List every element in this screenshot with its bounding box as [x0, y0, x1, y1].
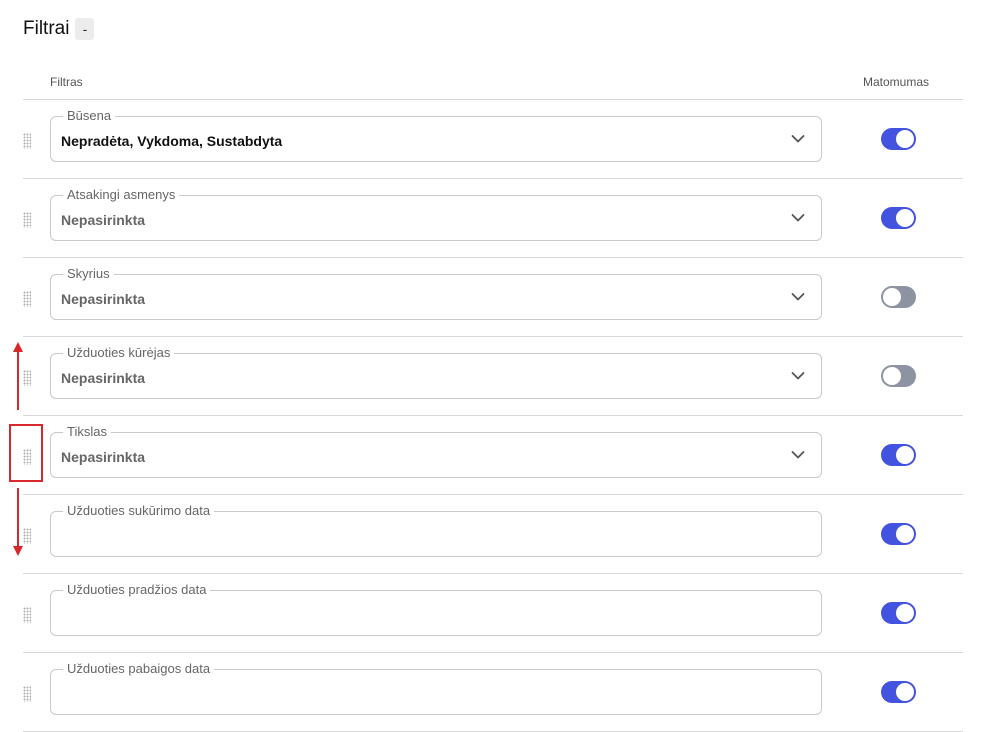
filters-header: Filtrai - — [23, 18, 95, 40]
filter-label: Užduoties pradžios data — [63, 582, 211, 598]
filter-row: Užduoties pabaigos data — [0, 653, 986, 732]
visibility-toggle[interactable] — [881, 207, 916, 229]
filter-row: Būsena Nepradėta, Vykdoma, Sustabdyta — [0, 100, 986, 179]
toggle-knob — [896, 130, 914, 148]
toggle-knob — [883, 288, 901, 306]
visibility-toggle[interactable] — [881, 681, 916, 703]
filter-value: Nepasirinkta — [61, 449, 146, 465]
chevron-down-icon[interactable] — [791, 134, 805, 144]
visibility-toggle[interactable] — [881, 365, 916, 387]
filter-field[interactable]: Skyrius Nepasirinkta — [50, 266, 822, 320]
drag-handle-icon[interactable] — [23, 686, 31, 702]
arrow-up-icon — [13, 342, 23, 410]
visibility-toggle[interactable] — [881, 602, 916, 624]
toggle-knob — [896, 446, 914, 464]
filter-label: Užduoties pabaigos data — [63, 661, 215, 677]
toggle-knob — [896, 604, 914, 622]
toggle-knob — [896, 209, 914, 227]
filter-value: Nepasirinkta — [61, 291, 146, 307]
filter-label: Užduoties sukūrimo data — [63, 503, 215, 519]
filter-row: Užduoties sukūrimo data — [0, 495, 986, 574]
column-header-filter: Filtras — [50, 75, 83, 89]
collapse-button[interactable]: - — [75, 18, 95, 40]
drag-handle-icon[interactable] — [23, 133, 31, 149]
drag-handle-icon[interactable] — [23, 212, 31, 228]
filter-label: Užduoties kūrėjas — [63, 345, 175, 361]
column-header-visibility: Matomumas — [863, 75, 930, 89]
chevron-down-icon[interactable] — [791, 213, 805, 223]
chevron-down-icon[interactable] — [791, 450, 805, 460]
toggle-knob — [883, 367, 901, 385]
filter-field[interactable]: Tikslas Nepasirinkta — [50, 424, 822, 478]
drag-handle-icon[interactable] — [23, 607, 31, 623]
visibility-toggle[interactable] — [881, 523, 916, 545]
visibility-toggle[interactable] — [881, 128, 916, 150]
chevron-down-icon[interactable] — [791, 292, 805, 302]
filter-value: Nepasirinkta — [61, 212, 146, 228]
drag-handle-highlight — [9, 424, 43, 482]
filter-field[interactable]: Būsena Nepradėta, Vykdoma, Sustabdyta — [50, 108, 822, 162]
filter-label: Skyrius — [63, 266, 114, 282]
toggle-knob — [896, 683, 914, 701]
filter-field[interactable]: Atsakingi asmenys Nepasirinkta — [50, 187, 822, 241]
filter-value: Nepasirinkta — [61, 370, 146, 386]
filter-row: Skyrius Nepasirinkta — [0, 258, 986, 337]
filter-label: Tikslas — [63, 424, 111, 440]
visibility-toggle[interactable] — [881, 286, 916, 308]
filter-field[interactable]: Užduoties pradžios data — [50, 582, 822, 636]
filter-row: Užduoties kūrėjas Nepasirinkta — [0, 337, 986, 416]
filter-field[interactable]: Užduoties kūrėjas Nepasirinkta — [50, 345, 822, 399]
filter-value: Nepradėta, Vykdoma, Sustabdyta — [61, 133, 283, 149]
arrow-down-icon — [13, 488, 23, 556]
filter-label: Būsena — [63, 108, 116, 124]
toggle-knob — [896, 525, 914, 543]
filter-field[interactable]: Užduoties pabaigos data — [50, 661, 822, 715]
visibility-toggle[interactable] — [881, 444, 916, 466]
chevron-down-icon[interactable] — [791, 371, 805, 381]
page-title: Filtrai — [23, 18, 70, 39]
filter-row: Užduoties pradžios data — [0, 574, 986, 653]
filter-field[interactable]: Užduoties sukūrimo data — [50, 503, 822, 557]
filter-row: Atsakingi asmenys Nepasirinkta — [0, 179, 986, 258]
drag-handle-icon[interactable] — [23, 291, 31, 307]
filter-label: Atsakingi asmenys — [63, 187, 180, 203]
filter-row: Tikslas Nepasirinkta — [0, 416, 986, 495]
